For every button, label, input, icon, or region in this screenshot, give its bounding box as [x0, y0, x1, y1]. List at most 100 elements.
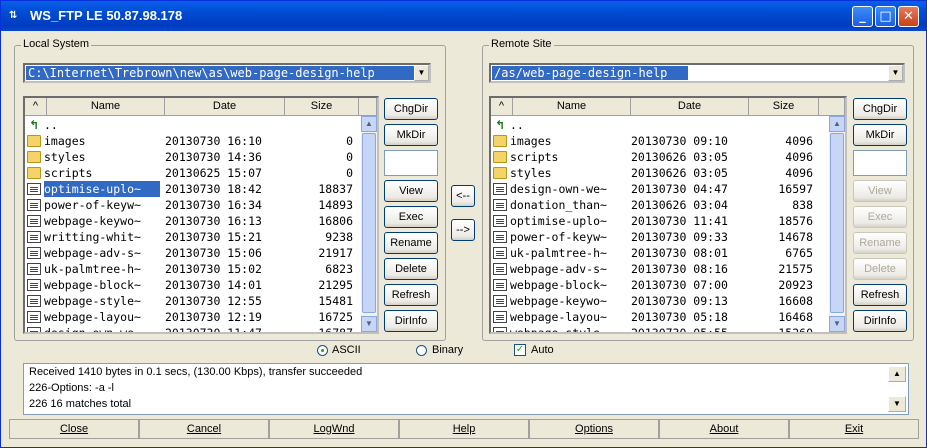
help-button[interactable]: Help — [399, 419, 529, 439]
remote-chgdir-button[interactable]: ChgDir — [853, 98, 907, 120]
local-file-row[interactable]: webpage-layou~ 20130730 12:19 16725 — [25, 309, 377, 325]
remote-file-row[interactable]: webpage-adv-s~ 20130730 08:16 21575 — [491, 261, 845, 277]
remote-exec-button[interactable]: Exec — [853, 206, 907, 228]
local-file-row[interactable]: design-own-we~ 20130730 11:47 16787 — [25, 325, 377, 332]
chevron-down-icon[interactable]: ▼ — [888, 65, 903, 81]
remote-file-row[interactable]: optimise-uplo~ 20130730 11:41 18576 — [491, 213, 845, 229]
local-file-row[interactable]: webpage-keywo~ 20130730 16:13 16806 — [25, 213, 377, 229]
local-file-row[interactable]: webpage-block~ 20130730 14:01 21295 — [25, 277, 377, 293]
remote-file-row[interactable]: webpage-layou~ 20130730 05:18 16468 — [491, 309, 845, 325]
file-date: 20130730 05:18 — [631, 310, 728, 324]
remote-delete-button[interactable]: Delete — [853, 258, 907, 280]
remote-file-row[interactable]: uk-palmtree-h~ 20130730 08:01 6765 — [491, 245, 845, 261]
remote-view-button[interactable]: View — [853, 180, 907, 202]
ascii-radio[interactable] — [317, 345, 328, 356]
file-date: 20130730 08:01 — [631, 246, 728, 260]
remote-file-row[interactable]: webpage-block~ 20130730 07:00 20923 — [491, 277, 845, 293]
local-dirinfo-button[interactable]: DirInfo — [384, 310, 438, 332]
remote-scrollbar[interactable]: ▲ ▼ — [829, 116, 845, 332]
local-file-row[interactable]: writting-whit~ 20130730 15:21 9238 — [25, 229, 377, 245]
download-arrow-button[interactable]: <-- — [451, 185, 475, 207]
local-file-row[interactable]: ↰.. — [25, 117, 377, 133]
file-date: 20130730 15:21 — [165, 230, 262, 244]
local-file-row[interactable]: uk-palmtree-h~ 20130730 15:02 6823 — [25, 261, 377, 277]
sort-up-icon[interactable]: ^ — [25, 98, 47, 116]
remote-mkdir-button[interactable]: MkDir — [853, 124, 907, 146]
chevron-down-icon[interactable]: ▼ — [414, 65, 429, 81]
remote-file-list[interactable]: ^ Name Date Size ↰.. images 20130730 09:10… — [489, 96, 847, 334]
scroll-up-icon[interactable]: ▲ — [829, 116, 845, 132]
file-date: 20130626 03:05 — [631, 166, 728, 180]
local-file-row[interactable]: webpage-style~ 20130730 12:55 15481 — [25, 293, 377, 309]
sort-up-icon[interactable]: ^ — [491, 98, 513, 116]
message-log[interactable]: Received 1410 bytes in 0.1 secs, (130.00… — [23, 363, 909, 415]
local-file-row[interactable]: styles 20130730 14:36 0 — [25, 149, 377, 165]
remote-file-row[interactable]: donation_than~ 20130626 03:04 838 — [491, 197, 845, 213]
log-line: 226-Options: -a -l — [29, 382, 114, 394]
remote-file-row[interactable]: ↰.. — [491, 117, 845, 133]
remote-rename-button[interactable]: Rename — [853, 232, 907, 254]
scroll-down-icon[interactable]: ▼ — [829, 316, 845, 332]
local-file-row[interactable]: webpage-adv-s~ 20130730 15:06 21917 — [25, 245, 377, 261]
log-scroll-down-icon[interactable]: ▼ — [888, 396, 906, 412]
remote-file-row[interactable]: images 20130730 09:10 4096 — [491, 133, 845, 149]
remote-col-date[interactable]: Date — [631, 98, 749, 116]
scroll-thumb[interactable] — [362, 133, 376, 313]
local-refresh-button[interactable]: Refresh — [384, 284, 438, 306]
remote-file-row[interactable]: webpage-style~ 20130730 05:55 15260 — [491, 325, 845, 332]
title-bar[interactable]: ⇅ WS_FTP LE 50.87.98.178 _ □ ✕ — [1, 1, 926, 31]
local-delete-button[interactable]: Delete — [384, 258, 438, 280]
local-mkdir-button[interactable]: MkDir — [384, 124, 438, 146]
exit-button[interactable]: Exit — [789, 419, 919, 439]
remote-file-row[interactable]: power-of-keyw~ 20130730 09:33 14678 — [491, 229, 845, 245]
auto-checkbox[interactable]: ✓ — [514, 344, 526, 356]
remote-col-size[interactable]: Size — [749, 98, 819, 116]
close-button[interactable]: Close — [9, 419, 139, 439]
remote-file-row[interactable]: webpage-keywo~ 20130730 09:13 16608 — [491, 293, 845, 309]
binary-radio[interactable] — [416, 345, 427, 356]
local-exec-button[interactable]: Exec — [384, 206, 438, 228]
remote-dirinfo-button[interactable]: DirInfo — [853, 310, 907, 332]
log-scroll-up-icon[interactable]: ▲ — [888, 366, 906, 382]
local-chgdir-button[interactable]: ChgDir — [384, 98, 438, 120]
local-rename-button[interactable]: Rename — [384, 232, 438, 254]
local-file-row[interactable]: scripts 20130625 15:07 0 — [25, 165, 377, 181]
cancel-button[interactable]: Cancel — [139, 419, 269, 439]
maximize-button[interactable]: □ — [875, 6, 896, 27]
local-file-row[interactable]: optimise-uplo~ 20130730 18:42 18837 — [25, 181, 377, 197]
remote-mask-input[interactable] — [853, 150, 907, 176]
local-scrollbar[interactable]: ▲ ▼ — [361, 116, 377, 332]
options-button[interactable]: Options — [529, 419, 659, 439]
file-date: 20130730 07:00 — [631, 278, 728, 292]
file-icon — [493, 295, 507, 307]
logwnd-button[interactable]: LogWnd — [269, 419, 399, 439]
remote-file-row[interactable]: styles 20130626 03:05 4096 — [491, 165, 845, 181]
local-file-row[interactable]: images 20130730 16:10 0 — [25, 133, 377, 149]
local-mask-input[interactable] — [384, 150, 438, 176]
local-col-name[interactable]: Name — [47, 98, 165, 116]
minimize-button[interactable]: _ — [852, 6, 873, 27]
file-date: 20130730 14:01 — [165, 278, 262, 292]
upload-arrow-button[interactable]: --> — [451, 219, 475, 241]
remote-file-row[interactable]: scripts 20130626 03:05 4096 — [491, 149, 845, 165]
local-view-button[interactable]: View — [384, 180, 438, 202]
local-path-combo[interactable]: C:\Internet\Trebrown\new\as\web-page-des… — [23, 63, 431, 83]
about-button[interactable]: About — [659, 419, 789, 439]
local-file-list[interactable]: ^ Name Date Size ↰.. images 20130730 16:10… — [23, 96, 379, 334]
local-col-size[interactable]: Size — [285, 98, 359, 116]
scroll-up-icon[interactable]: ▲ — [361, 116, 377, 132]
file-size: 838 — [792, 198, 813, 212]
remote-refresh-button[interactable]: Refresh — [853, 284, 907, 306]
file-date: 20130730 09:10 — [631, 134, 728, 148]
scroll-thumb[interactable] — [830, 133, 844, 313]
local-col-date[interactable]: Date — [165, 98, 285, 116]
ws-ftp-window: ⇅ WS_FTP LE 50.87.98.178 _ □ ✕ Local Sys… — [0, 0, 927, 448]
remote-col-name[interactable]: Name — [513, 98, 631, 116]
file-date: 20130730 12:19 — [165, 310, 262, 324]
local-file-row[interactable]: power-of-keyw~ 20130730 16:34 14893 — [25, 197, 377, 213]
remote-path-combo[interactable]: /as/web-page-design-help ▼ — [489, 63, 905, 83]
close-window-button[interactable]: ✕ — [898, 6, 919, 27]
remote-file-row[interactable]: design-own-we~ 20130730 04:47 16597 — [491, 181, 845, 197]
scroll-down-icon[interactable]: ▼ — [361, 316, 377, 332]
file-icon — [27, 295, 41, 307]
